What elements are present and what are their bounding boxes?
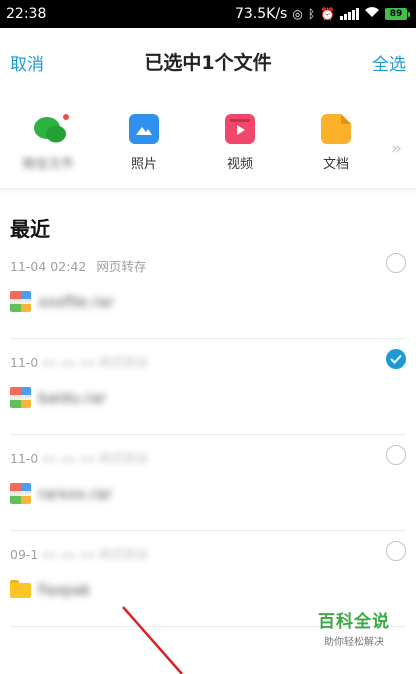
watermark-logo: 百科全说 助你轻松解决 — [304, 607, 404, 648]
watermark-title: 百科全说 — [318, 612, 390, 632]
app-screen: 22:38 73.5K/s ◎ ᛒ ⏰ 89 取消 已选中1个文件 全选 微信文… — [0, 0, 416, 674]
annotation-arrow — [122, 606, 183, 674]
watermark-subtitle: 助你轻松解决 — [324, 637, 384, 648]
